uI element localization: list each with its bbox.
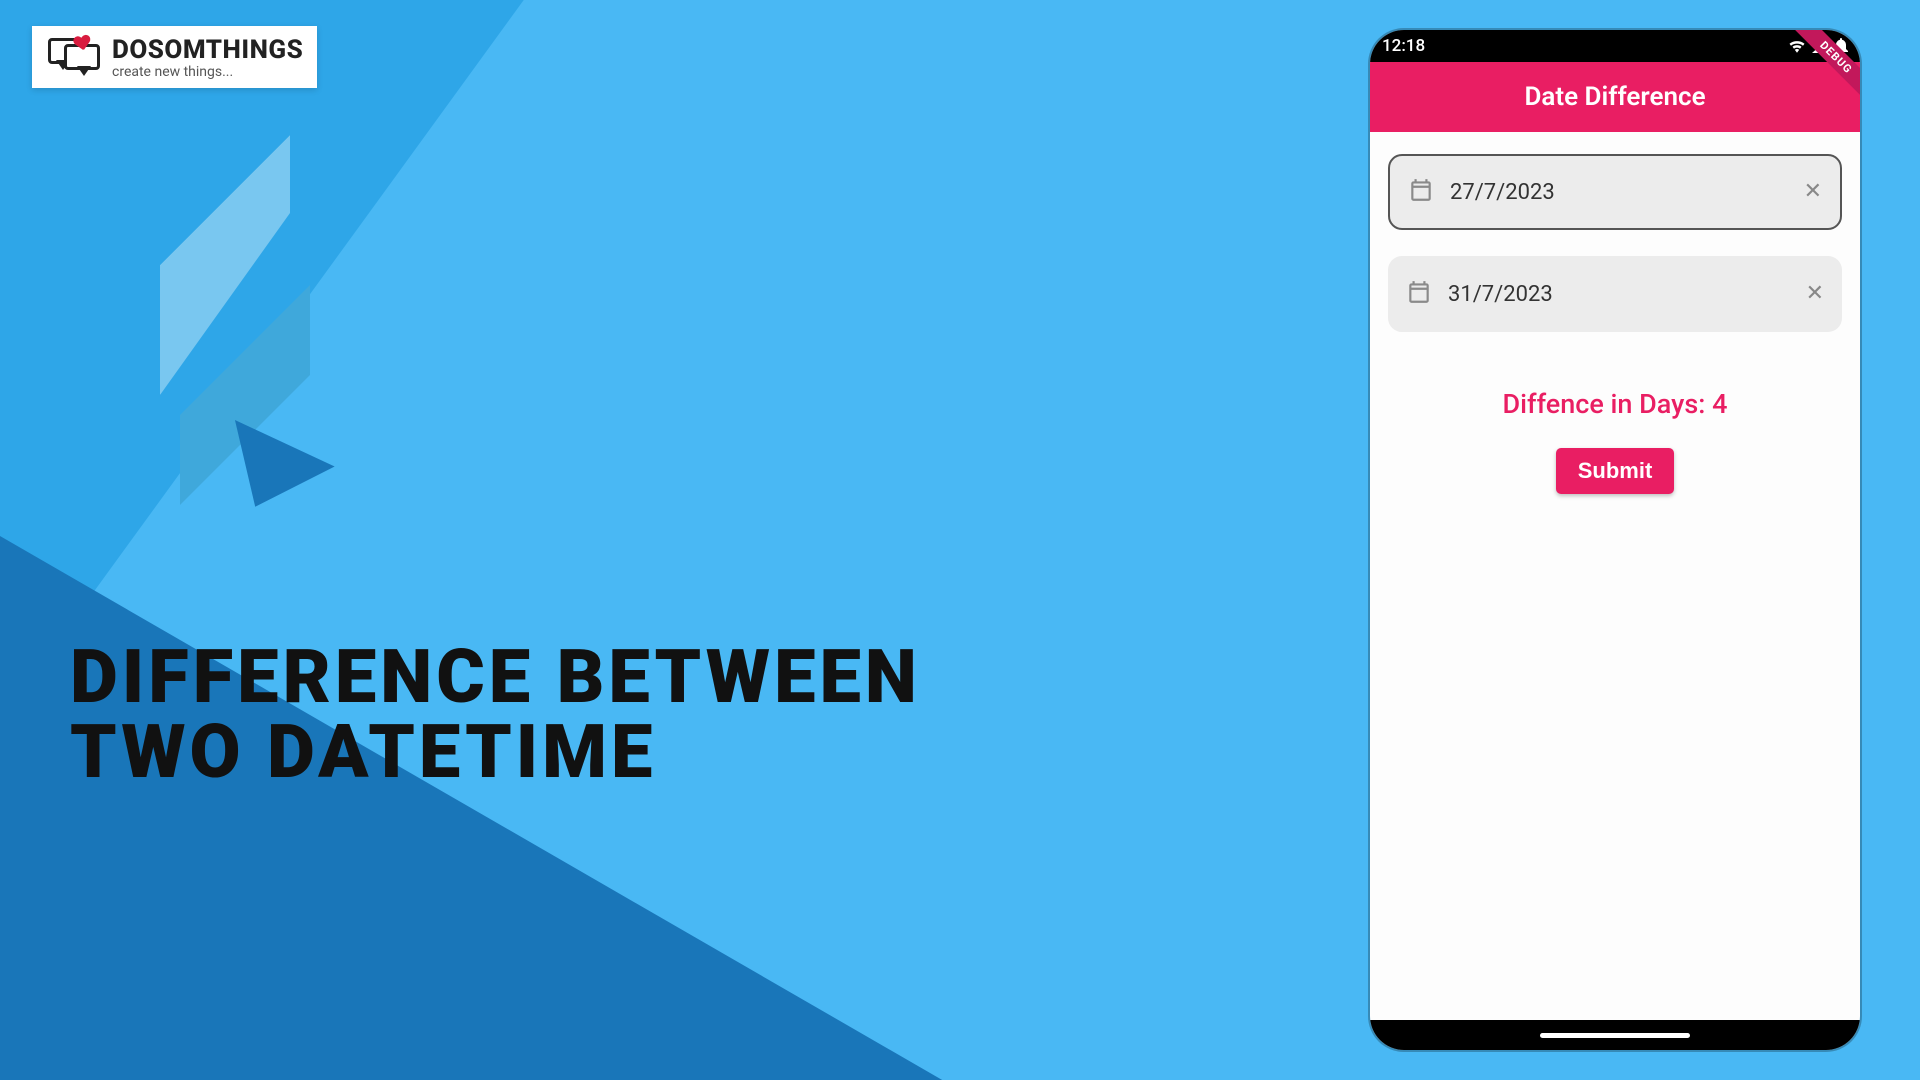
wifi-icon — [1788, 39, 1806, 53]
nav-pill-icon[interactable] — [1540, 1033, 1690, 1038]
submit-button[interactable]: Submit — [1556, 448, 1675, 494]
brand-subtitle: create new things... — [112, 65, 303, 79]
date-2-value: 31/7/2023 — [1448, 282, 1790, 307]
status-bar: 12:18 — [1370, 30, 1860, 62]
clear-date-1-icon[interactable]: ✕ — [1804, 181, 1822, 203]
date-field-2[interactable]: 31/7/2023 ✕ — [1388, 256, 1842, 332]
status-time: 12:18 — [1382, 36, 1425, 56]
app-bar: Date Difference — [1370, 62, 1860, 132]
brand-title: DOSOMTHINGS — [112, 37, 303, 63]
date-1-value: 27/7/2023 — [1450, 180, 1788, 205]
headline-text: DIFFERENCE BETWEEN TWO DATETIME — [70, 640, 921, 791]
calendar-icon — [1406, 279, 1432, 309]
calendar-icon — [1408, 177, 1434, 207]
date-field-1[interactable]: 27/7/2023 ✕ — [1388, 154, 1842, 230]
phone-frame: 12:18 DEBUG Date Difference 27/7/2023 ✕ — [1370, 30, 1860, 1050]
result-text: Diffence in Days: 4 — [1388, 388, 1842, 420]
flutter-logo-icon — [100, 200, 320, 500]
app-bar-title: Date Difference — [1524, 82, 1705, 112]
speech-bubbles-icon — [46, 34, 104, 82]
android-nav-bar — [1370, 1020, 1860, 1050]
brand-logo-card: DOSOMTHINGS create new things... — [32, 26, 317, 88]
clear-date-2-icon[interactable]: ✕ — [1806, 283, 1824, 305]
